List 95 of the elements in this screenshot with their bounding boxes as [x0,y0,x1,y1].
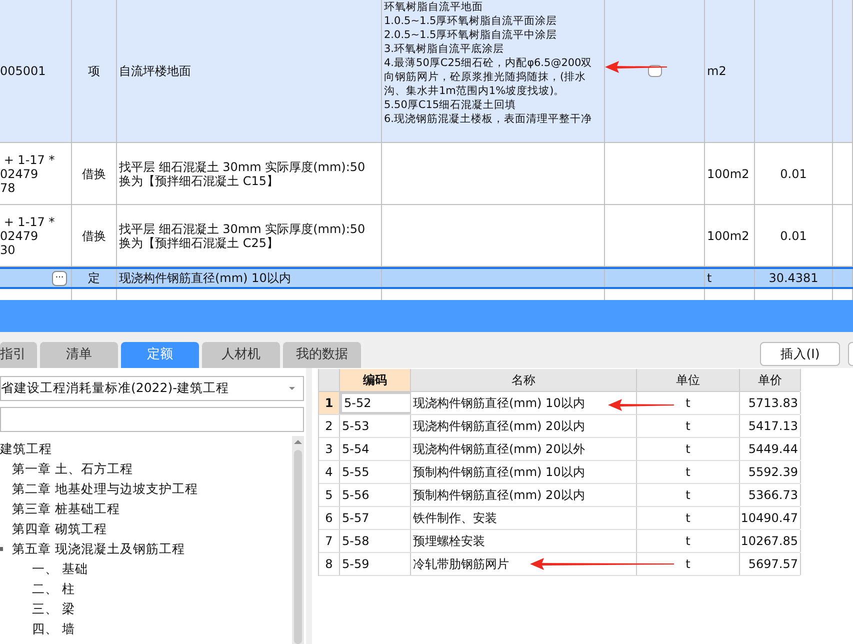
unit-cell: 100m2 [707,166,750,180]
code-cell: 5-53 [340,415,411,437]
tree-item[interactable]: 第一章 土、石方工程 [12,460,133,478]
search-field[interactable] [0,407,304,432]
type-cell: 项 [88,64,100,78]
bill-row[interactable]: + 1-17 * 02479 78 借换 找平层 细石混凝土 30mm 实际厚度(mm):50 换为【预拌细石混凝土 C15】 100m2 0.01 [0,143,853,205]
select-value: 省建设工程消耗量标准(2022)-建筑工程 [1,379,230,398]
column-header[interactable]: 单位 [637,369,740,391]
tree-item[interactable]: 建筑工程 [0,440,52,458]
expand-icon[interactable] [0,547,3,551]
unit-cell: t [637,415,740,437]
unit-cell: t [637,530,740,552]
tree-item[interactable]: 二、 柱 [32,580,75,598]
tree-item[interactable]: 第二章 地基处理与边坡支护工程 [12,480,198,498]
unit-cell: t [707,271,712,285]
price-cell: 5713.83 [740,392,801,414]
code-cell: 005001 [0,64,46,78]
dropdown-icon [289,387,295,390]
code-cell: + 1-17 * 02479 78 [0,152,55,194]
unit-cell: t [637,438,740,460]
quota-row[interactable]: 7 5-58 预埋螺栓安装 t 10267.85 [319,530,800,553]
name-cell-text: 找平层 细石混凝土 30mm 实际厚度(mm):50 换为【预拌细石混凝土 C25】 [119,222,366,250]
unit-cell: t [637,461,740,483]
name-cell: 预制构件钢筋直径(mm) 10以内 [411,461,637,483]
unit-cell: t [637,507,740,529]
unit-cell: 100m2 [707,228,750,242]
quota-row[interactable]: 5 5-56 预制构件钢筋直径(mm) 20以内 t 5366.73 [319,484,800,507]
type-cell: 借换 [82,228,106,242]
code-cell: + 1-17 * 02479 30 [0,214,55,256]
unit-cell: m2 [707,64,726,78]
tab[interactable]: 我的数据 [283,342,361,368]
quota-row[interactable]: 4 5-55 预制构件钢筋直径(mm) 10以内 t 5592.39 [319,461,800,484]
name-cell: 现浇构件钢筋直径(mm) 10以内 [119,271,291,285]
checkbox[interactable] [648,65,662,77]
row-number: 3 [319,438,340,460]
bill-row[interactable]: ··· 定 现浇构件钢筋直径(mm) 10以内 t 30.4381 [0,267,853,289]
row-number: 1 [319,392,340,414]
code-cell: 5-59 [340,553,411,575]
quota-row[interactable]: 3 5-54 现浇构件钢筋直径(mm) 20以外 t 5449.44 [319,438,800,461]
code-cell: 5-55 [340,461,411,483]
annotation-arrow [605,61,667,73]
type-cell: 定 [88,271,100,285]
quantity-cell: 30.4381 [768,271,818,285]
insert-button[interactable]: 插入(I) [760,342,840,366]
price-cell: 5417.13 [740,415,801,437]
row-number: 8 [319,553,340,575]
price-cell: 5697.57 [740,553,801,575]
name-cell: 现浇构件钢筋直径(mm) 20以内 [411,415,637,437]
splitter-bar[interactable] [0,300,853,332]
name-cell: 现浇构件钢筋直径(mm) 20以外 [411,438,637,460]
tab[interactable]: 指引 [0,342,37,368]
price-cell: 10267.85 [740,530,801,552]
type-cell: 借换 [82,166,106,180]
tab[interactable]: 人材机 [202,342,280,368]
name-cell: 铁件制作、安装 [411,507,637,529]
quantity-cell: 0.01 [780,166,807,180]
tree-item[interactable]: 第三章 桩基础工程 [12,500,120,518]
quota-row[interactable]: 6 5-57 铁件制作、安装 t 10490.47 [319,507,800,530]
code-cell: 5-54 [340,438,411,460]
name-cell: 预制构件钢筋直径(mm) 20以内 [411,484,637,506]
row-number: 6 [319,507,340,529]
row-number: 2 [319,415,340,437]
quantity-cell: 0.01 [780,228,807,242]
name-cell: 预埋螺栓安装 [411,530,637,552]
quota-row[interactable]: 2 5-53 现浇构件钢筋直径(mm) 20以内 t 5417.13 [319,415,800,438]
code-cell: 5-58 [340,530,411,552]
price-cell: 5592.39 [740,461,801,483]
annotation-arrow [608,399,674,411]
name-cell: 自流坪楼地面 [119,64,191,78]
price-cell: 10490.47 [740,507,801,529]
row-number: 5 [319,484,340,506]
bill-row[interactable]: + 1-17 * 02479 30 借换 找平层 细石混凝土 30mm 实际厚度(mm):50 换为【预拌细石混凝土 C25】 100m2 0.01 [0,205,853,267]
bill-row[interactable]: 005001 项 自流坪楼地面 环氧树脂自流平地面 1.0.5~1.5厚环氧树脂自流平面涂层 2.0.5~1.5厚环氧树脂自流平中涂层 3.环氧树脂自流平底涂层 4.最薄50厚C25细石砼，内配φ6.5@200双向钢筋网片，砼原浆推光随捣随抹，(排水沟、集水井1m范围内1%坡度找坡)。 5.50厚C15细石混凝土回填 6.现浇钢筋混凝土楼板，表面清理平整干净 m2 [0,0,853,143]
tree-item[interactable]: 第四章 砌筑工程 [12,520,107,538]
row-number: 7 [319,530,340,552]
tree-item[interactable]: 四、 墙 [32,620,75,638]
code-cell: 5-52 [340,392,411,414]
tab[interactable]: 清单 [40,342,118,368]
row-number: 4 [319,461,340,483]
code-cell: 5-57 [340,507,411,529]
tree-item[interactable]: 一、 基础 [32,560,88,578]
tree-item[interactable]: 三、 梁 [32,600,75,618]
column-header[interactable]: 名称 [411,369,637,391]
tree-item[interactable]: 第五章 现浇混凝土及钢筋工程 [12,540,185,558]
column-header[interactable]: 编码 [340,369,411,391]
library-select[interactable]: 省建设工程消耗量标准(2022)-建筑工程 [0,376,304,401]
name-cell-text: 找平层 细石混凝土 30mm 实际厚度(mm):50 换为【预拌细石混凝土 C15】 [119,160,366,188]
price-cell: 5366.73 [740,484,801,506]
more-button[interactable]: ··· [52,270,67,286]
price-cell: 5449.44 [740,438,801,460]
features-cell-text: 环氧树脂自流平地面 1.0.5~1.5厚环氧树脂自流平面涂层 2.0.5~1.5厚环氧树脂自流平中涂层 3.环氧树脂自流平底涂层 4.最薄50厚C25细石砼，内配φ6.5@200双向钢筋网片，砼原浆推光随捣随抹，(排水沟、集水井1m范围内1%坡度找坡)。 5.50厚C15细石混凝土回填 6.现浇钢筋混凝土楼板，表面清理平整干净 [384,0,594,126]
code-cell: 5-56 [340,484,411,506]
column-header[interactable]: 单价 [740,369,801,391]
scrollbar[interactable] [292,436,304,644]
unit-cell: t [637,484,740,506]
